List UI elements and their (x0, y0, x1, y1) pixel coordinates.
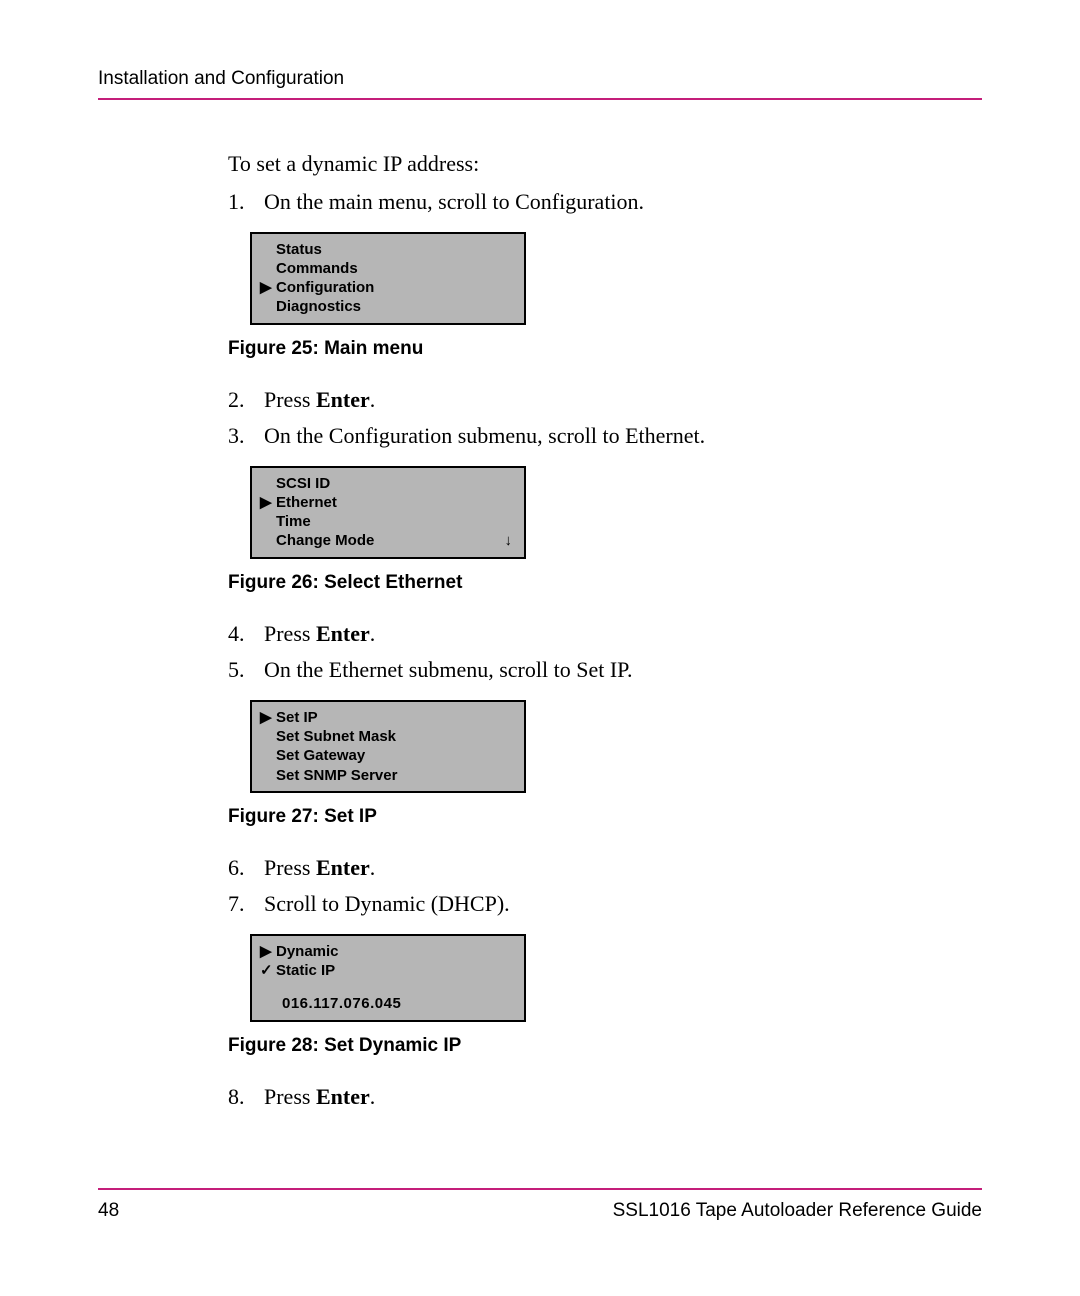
step-number: 2. (228, 384, 264, 416)
text: Press (264, 855, 316, 880)
lcd-row: ▶ Configuration (260, 278, 516, 297)
lcd-label: Static IP (276, 961, 516, 980)
step-text: On the Configuration submenu, scroll to … (264, 420, 705, 452)
figure-26-lcd: SCSI ID ▶ Ethernet Time Change Mode ↓ (250, 466, 526, 559)
step-3: 3. On the Configuration submenu, scroll … (228, 420, 982, 452)
pointer-icon: ▶ (260, 708, 276, 727)
lcd-label: Ethernet (276, 493, 516, 512)
lcd-row: ▶ Set IP (260, 708, 516, 727)
step-number: 3. (228, 420, 264, 452)
pointer-icon: ▶ (260, 493, 276, 512)
step-number: 4. (228, 618, 264, 650)
text: . (370, 1084, 376, 1109)
step-text: Press Enter. (264, 852, 375, 884)
lcd-ip-address: 016.117.076.045 (260, 994, 516, 1013)
lcd-label: Set Gateway (276, 746, 516, 765)
step-6: 6. Press Enter. (228, 852, 982, 884)
step-8: 8. Press Enter. (228, 1081, 982, 1113)
step-text: Scroll to Dynamic (DHCP). (264, 888, 510, 920)
pointer-icon: ▶ (260, 942, 276, 961)
lcd-label: Time (276, 512, 516, 531)
lcd-label: Status (276, 240, 516, 259)
enter-bold: Enter (316, 1084, 370, 1109)
check-icon: ✓ (260, 961, 276, 980)
lcd-row: Set Gateway (260, 746, 516, 765)
text: Press (264, 387, 316, 412)
lcd-row: ✓ Static IP (260, 961, 516, 980)
down-arrow-icon: ↓ (505, 531, 517, 550)
text: Press (264, 1084, 316, 1109)
lcd-label: Diagnostics (276, 297, 516, 316)
figure-25-caption: Figure 25: Main menu (228, 335, 982, 363)
lcd-row: Commands (260, 259, 516, 278)
body-content: To set a dynamic IP address: 1. On the m… (228, 148, 982, 1113)
step-number: 1. (228, 186, 264, 218)
document-title: SSL1016 Tape Autoloader Reference Guide (613, 1200, 982, 1222)
page-number: 48 (98, 1200, 119, 1222)
step-7: 7. Scroll to Dynamic (DHCP). (228, 888, 982, 920)
page-footer: 48 SSL1016 Tape Autoloader Reference Gui… (98, 1188, 982, 1222)
step-number: 5. (228, 654, 264, 686)
lcd-label: Set Subnet Mask (276, 727, 516, 746)
step-text: On the Ethernet submenu, scroll to Set I… (264, 654, 632, 686)
running-head: Installation and Configuration (98, 68, 982, 100)
lcd-row: ▶ Dynamic (260, 942, 516, 961)
step-5: 5. On the Ethernet submenu, scroll to Se… (228, 654, 982, 686)
text: Press (264, 621, 316, 646)
enter-bold: Enter (316, 855, 370, 880)
enter-bold: Enter (316, 621, 370, 646)
lcd-row: ▶ Ethernet (260, 493, 516, 512)
figure-25-lcd: Status Commands ▶ Configuration Diagnost… (250, 232, 526, 325)
lcd-row: Diagnostics (260, 297, 516, 316)
figure-27-caption: Figure 27: Set IP (228, 803, 982, 831)
lcd-label: Configuration (276, 278, 516, 297)
lcd-row: Time (260, 512, 516, 531)
lcd-label: Commands (276, 259, 516, 278)
lcd-label: SCSI ID (276, 474, 516, 493)
step-1: 1. On the main menu, scroll to Configura… (228, 186, 982, 218)
step-4: 4. Press Enter. (228, 618, 982, 650)
lcd-row: Change Mode ↓ (260, 531, 516, 550)
step-text: On the main menu, scroll to Configuratio… (264, 186, 644, 218)
text: . (370, 855, 376, 880)
figure-28-caption: Figure 28: Set Dynamic IP (228, 1032, 982, 1060)
figure-27-lcd: ▶ Set IP Set Subnet Mask Set Gateway Set… (250, 700, 526, 793)
step-number: 7. (228, 888, 264, 920)
lcd-label: Set IP (276, 708, 516, 727)
step-text: Press Enter. (264, 618, 375, 650)
lcd-label: Change Mode (276, 531, 505, 550)
figure-26-caption: Figure 26: Select Ethernet (228, 569, 982, 597)
lcd-label: Set SNMP Server (276, 766, 516, 785)
lcd-label: Dynamic (276, 942, 516, 961)
lcd-row: Set SNMP Server (260, 766, 516, 785)
step-2: 2. Press Enter. (228, 384, 982, 416)
text: . (370, 387, 376, 412)
pointer-icon: ▶ (260, 278, 276, 297)
step-text: Press Enter. (264, 384, 375, 416)
enter-bold: Enter (316, 387, 370, 412)
figure-28-lcd: ▶ Dynamic ✓ Static IP 016.117.076.045 (250, 934, 526, 1022)
step-number: 6. (228, 852, 264, 884)
text: . (370, 621, 376, 646)
lcd-row: SCSI ID (260, 474, 516, 493)
step-number: 8. (228, 1081, 264, 1113)
lcd-row: Status (260, 240, 516, 259)
lcd-row: Set Subnet Mask (260, 727, 516, 746)
intro-text: To set a dynamic IP address: (228, 148, 982, 180)
step-text: Press Enter. (264, 1081, 375, 1113)
